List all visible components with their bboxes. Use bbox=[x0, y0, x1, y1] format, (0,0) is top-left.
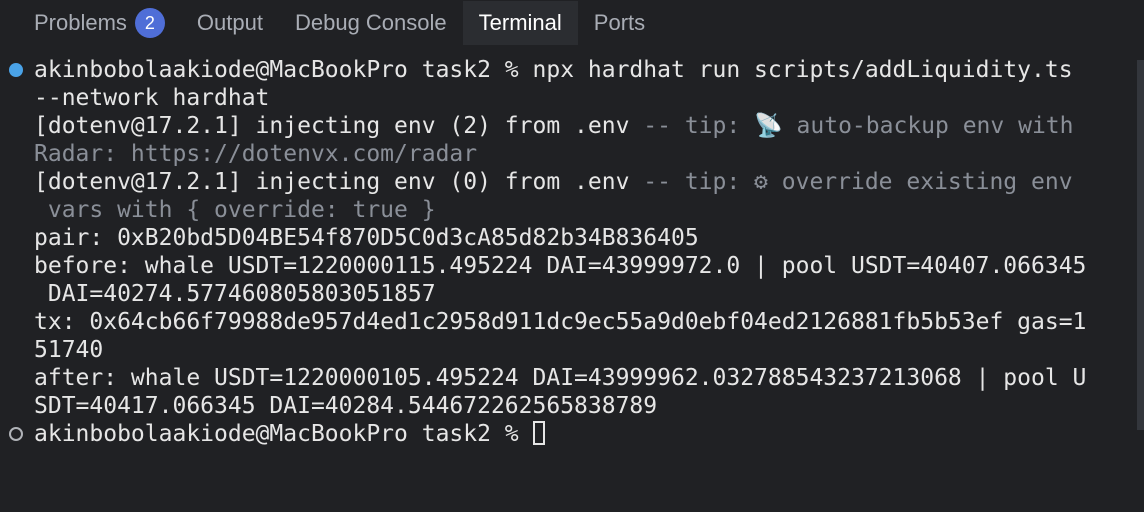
command-success-dot-icon[interactable] bbox=[9, 63, 23, 77]
tab-problems-label: Problems bbox=[34, 10, 127, 35]
tab-terminal-label: Terminal bbox=[478, 10, 562, 35]
dotenv-log: [dotenv@17.2.1] injecting env (2) from .… bbox=[34, 113, 644, 139]
tab-output[interactable]: Output bbox=[181, 1, 279, 45]
tab-debug-console-label: Debug Console bbox=[294, 10, 447, 35]
dotenv-tip: -- tip: ⚙ override existing env bbox=[643, 169, 1073, 195]
terminal-line: akinbobolaakiode@MacBookPro task2 % npx … bbox=[34, 56, 1073, 84]
tab-problems[interactable]: Problems 2 bbox=[0, 1, 181, 45]
cursor-icon bbox=[532, 421, 545, 445]
terminal-scrollbar[interactable] bbox=[1137, 60, 1144, 430]
terminal-line: after: whale USDT=1220000105.495224 DAI=… bbox=[34, 364, 1086, 392]
dotenv-tip: -- tip: 📡 auto-backup env with bbox=[643, 113, 1074, 139]
prompt-text: akinbobolaakiode@MacBookPro task2 % bbox=[34, 421, 533, 447]
before-output-continuation: DAI=40274.577460805803051857 bbox=[34, 281, 436, 307]
dotenv-tip-continuation: vars with { override: true } bbox=[34, 197, 436, 223]
terminal-line: [dotenv@17.2.1] injecting env (0) from .… bbox=[34, 168, 1073, 196]
tab-output-label: Output bbox=[196, 10, 263, 35]
terminal-line: --network hardhat bbox=[34, 84, 269, 112]
terminal-line: pair: 0xB20bd5D04BE54f870D5C0d3cA85d82b3… bbox=[34, 224, 699, 252]
tx-output-continuation: 51740 bbox=[34, 337, 104, 363]
panel-tab-bar: Problems 2 Output Debug Console Terminal… bbox=[0, 0, 1144, 46]
prompt-status-dot-icon[interactable] bbox=[9, 427, 23, 441]
tab-terminal[interactable]: Terminal bbox=[462, 1, 578, 45]
terminal-line: tx: 0x64cb66f79988de957d4ed1c2958d911dc9… bbox=[34, 308, 1086, 336]
after-output-continuation: SDT=40417.066345 DAI=40284.5446722625658… bbox=[34, 393, 658, 419]
after-output: after: whale USDT=1220000105.495224 DAI=… bbox=[34, 365, 1087, 391]
terminal-line: SDT=40417.066345 DAI=40284.5446722625658… bbox=[34, 392, 657, 420]
terminal-panel: Problems 2 Output Debug Console Terminal… bbox=[0, 0, 1144, 512]
tab-debug-console[interactable]: Debug Console bbox=[279, 1, 463, 45]
dotenv-tip-continuation: Radar: https://dotenvx.com/radar bbox=[34, 141, 478, 167]
terminal-line: 51740 bbox=[34, 336, 103, 364]
pair-output: pair: 0xB20bd5D04BE54f870D5C0d3cA85d82b3… bbox=[34, 225, 699, 251]
terminal-line: [dotenv@17.2.1] injecting env (2) from .… bbox=[34, 112, 1074, 140]
terminal-prompt[interactable]: akinbobolaakiode@MacBookPro task2 % bbox=[34, 420, 545, 448]
tab-ports[interactable]: Ports bbox=[578, 1, 661, 45]
terminal-line: vars with { override: true } bbox=[34, 196, 436, 224]
before-output: before: whale USDT=1220000115.495224 DAI… bbox=[34, 253, 1087, 279]
tx-output: tx: 0x64cb66f79988de957d4ed1c2958d911dc9… bbox=[34, 309, 1087, 335]
terminal-line: before: whale USDT=1220000115.495224 DAI… bbox=[34, 252, 1086, 280]
tab-ports-label: Ports bbox=[593, 10, 646, 35]
command-text: akinbobolaakiode@MacBookPro task2 % npx … bbox=[34, 57, 1073, 83]
terminal-line: DAI=40274.577460805803051857 bbox=[34, 280, 436, 308]
problems-count-badge: 2 bbox=[134, 8, 165, 38]
terminal-output[interactable]: akinbobolaakiode@MacBookPro task2 % npx … bbox=[0, 56, 1144, 512]
dotenv-log: [dotenv@17.2.1] injecting env (0) from .… bbox=[34, 169, 644, 195]
terminal-line: Radar: https://dotenvx.com/radar bbox=[34, 140, 477, 168]
command-continuation: --network hardhat bbox=[34, 85, 270, 111]
